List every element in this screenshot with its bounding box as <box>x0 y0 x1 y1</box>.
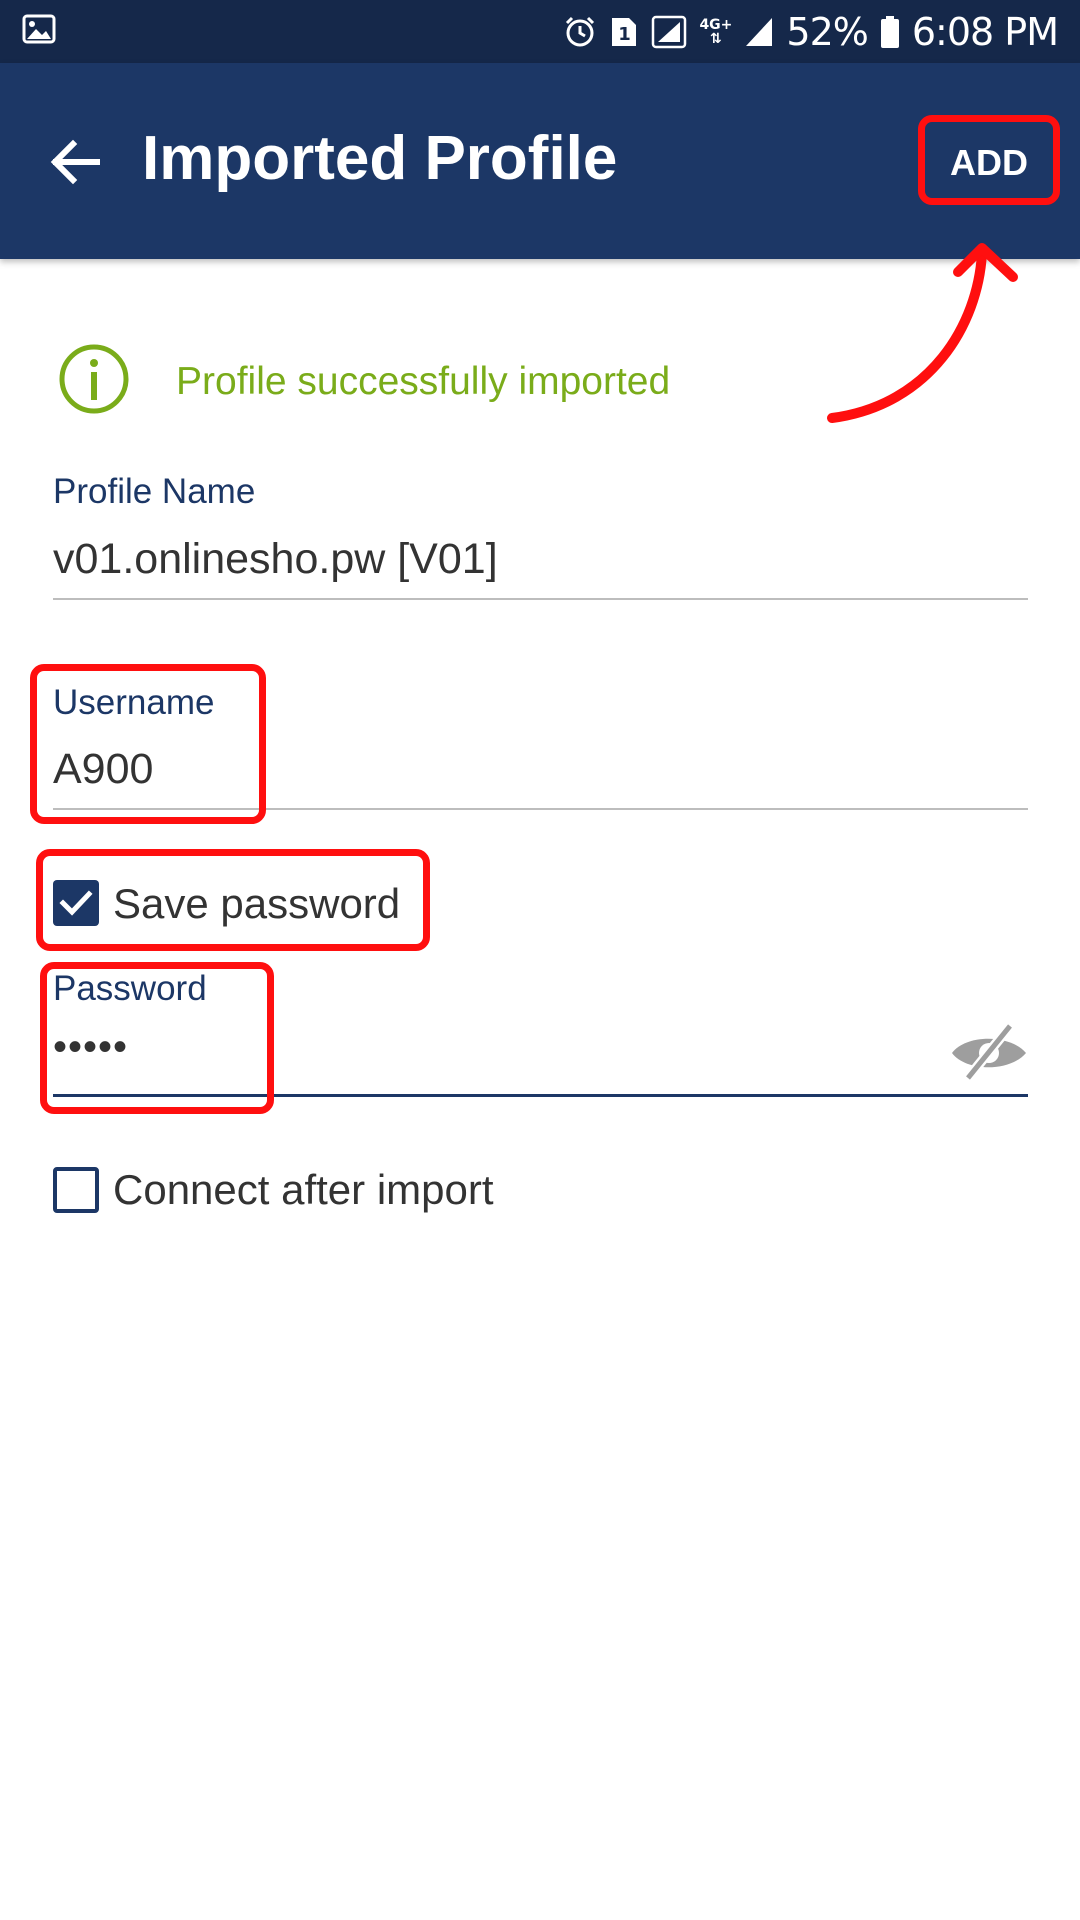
back-button[interactable] <box>40 127 110 197</box>
annotation-arrow <box>827 243 1018 423</box>
battery-percent: 52% <box>786 9 868 54</box>
password-field-callout <box>40 962 274 1114</box>
profile-name-input[interactable]: v01.onlinesho.pw [V01] <box>53 535 498 584</box>
network-4g-icon: 4G+ ⇅ <box>699 18 732 46</box>
status-bar: 1 4G+ ⇅ 52% 6:08 PM <box>0 0 1080 63</box>
gallery-icon <box>22 14 56 49</box>
battery-icon <box>880 15 900 49</box>
connect-after-import-label[interactable]: Connect after import <box>113 1166 494 1214</box>
arrow-left-icon <box>50 139 100 185</box>
save-password-callout <box>36 849 430 951</box>
username-field-callout <box>30 664 266 824</box>
signal-icon <box>744 16 774 48</box>
alarm-icon <box>563 15 597 49</box>
add-button-callout <box>918 115 1060 205</box>
profile-name-underline <box>53 598 1028 600</box>
sim-slot-number: 1 <box>619 24 631 45</box>
sim-slot-icon: 1 <box>609 15 639 49</box>
toggle-password-visibility-button[interactable] <box>948 1022 1030 1082</box>
page-title: Imported Profile <box>142 124 618 193</box>
success-message: Profile successfully imported <box>176 360 671 403</box>
connect-after-import-checkbox[interactable] <box>53 1167 99 1213</box>
data-arrows-icon: ⇅ <box>710 30 722 47</box>
signal-icon <box>651 15 687 49</box>
profile-name-label: Profile Name <box>53 472 256 511</box>
network-type-label: 4G+ <box>699 16 733 33</box>
eye-off-icon <box>952 1022 1026 1082</box>
info-icon <box>58 343 130 420</box>
clock: 6:08 PM <box>911 9 1059 54</box>
